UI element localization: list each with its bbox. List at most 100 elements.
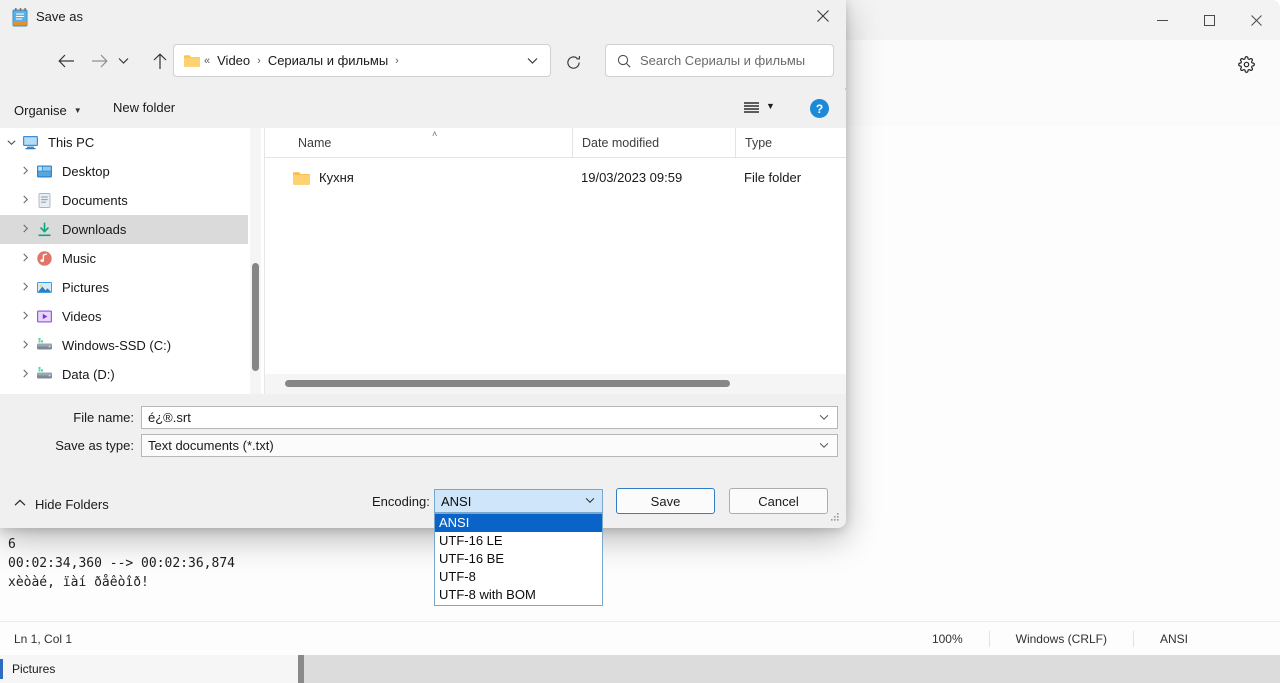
tree-item-label: Music [62, 251, 96, 266]
gear-icon[interactable] [1234, 52, 1258, 76]
recent-locations-chevron-down-icon[interactable] [112, 46, 134, 76]
tree-item-label: Data (D:) [62, 367, 115, 382]
address-chevron-down-icon[interactable] [520, 52, 544, 70]
close-icon[interactable] [1233, 0, 1280, 40]
file-name-input[interactable]: é¿®.srt [141, 406, 838, 429]
chevron-right-icon[interactable] [14, 369, 36, 380]
chevron-down-icon[interactable] [0, 138, 22, 148]
save-button[interactable]: Save [616, 488, 715, 514]
save-as-type-select[interactable]: Text documents (*.txt) [141, 434, 838, 457]
chevron-right-icon[interactable] [14, 195, 36, 206]
breadcrumb-separator: › [257, 54, 261, 67]
status-encoding[interactable]: ANSI [1132, 631, 1280, 647]
folder-icon [293, 171, 310, 185]
chevron-right-icon[interactable] [14, 311, 36, 322]
search-input[interactable]: Search Сериалы и фильмы [605, 44, 834, 77]
view-chevron-down-icon[interactable]: ▼ [766, 101, 775, 111]
forward-arrow-icon[interactable] [84, 46, 114, 76]
resize-grip[interactable] [830, 511, 840, 521]
encoding-option-utf-16-le[interactable]: UTF-16 LE [435, 532, 602, 550]
tree-item-data-d[interactable]: Data (D:) [0, 360, 248, 389]
notepad-icon [12, 8, 29, 27]
tree-item-pictures[interactable]: Pictures [0, 273, 248, 302]
tree-item-label: Downloads [62, 222, 127, 237]
organise-label: Organise [14, 102, 67, 118]
chevron-right-icon[interactable] [14, 224, 36, 235]
taskbar-accent-bar [0, 659, 3, 679]
address-bar[interactable]: « Video › Сериалы и фильмы › [173, 44, 551, 77]
tree-item-videos[interactable]: Videos [0, 302, 248, 331]
chevron-right-icon[interactable] [14, 253, 36, 264]
breadcrumb-item-serialy[interactable]: Сериалы и фильмы [265, 53, 391, 68]
tree-scrollbar-thumb[interactable] [252, 263, 259, 371]
encoding-option-utf-8-with-bom[interactable]: UTF-8 with BOM [435, 586, 602, 604]
tree-item-windows-ssd-c[interactable]: Windows-SSD (C:) [0, 331, 248, 360]
navigation-tree: This PC Desktop Documents Downloads Music Pic… [0, 128, 248, 394]
chevron-down-icon[interactable] [819, 441, 829, 451]
search-icon [617, 54, 631, 68]
minimize-icon[interactable] [1139, 0, 1186, 40]
tree-item-label: Desktop [62, 164, 110, 179]
file-type-cell: File folder [744, 170, 802, 185]
screen: 6 00:02:34,360 --> 00:02:36,874 xèòàé, ï… [0, 0, 1280, 683]
tree-item-label: Documents [62, 193, 128, 208]
tree-item-label: Pictures [62, 280, 109, 295]
documents-icon [36, 192, 53, 209]
encoding-dropdown-list[interactable]: ANSI UTF-16 LE UTF-16 BE UTF-8 UTF-8 with BO… [434, 513, 603, 606]
taskbar-item-label: Pictures [12, 662, 56, 676]
organise-button[interactable]: Organise ▼ [14, 100, 82, 120]
list-view-icon[interactable] [740, 98, 762, 118]
tree-item-label: This PC [48, 135, 95, 150]
chevron-right-icon[interactable] [14, 166, 36, 177]
tree-item-label: Windows-SSD (C:) [62, 338, 172, 353]
tree-item-downloads[interactable]: Downloads [0, 215, 248, 244]
notepad-text-content: 6 00:02:34,360 --> 00:02:36,874 xèòàé, ï… [8, 537, 235, 590]
notepad-window-controls [1139, 0, 1280, 40]
cancel-button[interactable]: Cancel [729, 488, 828, 514]
taskbar-item-pictures[interactable]: Pictures [0, 655, 298, 683]
file-name-cell: Кухня [319, 170, 354, 185]
hide-folders-button[interactable]: Hide Folders [14, 494, 109, 514]
taskbar-divider [298, 655, 304, 683]
breadcrumb-item-video[interactable]: Video [214, 53, 253, 68]
new-folder-button[interactable]: New folder [113, 100, 175, 115]
chevron-down-icon[interactable] [585, 496, 595, 506]
downloads-icon [36, 221, 53, 238]
status-line-ending[interactable]: Windows (CRLF) [988, 631, 1133, 647]
status-zoom[interactable]: 100% [906, 631, 989, 647]
save-as-type-label: Save as type: [55, 438, 134, 453]
encoding-select[interactable]: ANSI [434, 489, 603, 513]
file-list-horizontal-scrollbar-thumb[interactable] [285, 380, 730, 387]
chevron-right-icon[interactable] [14, 340, 36, 351]
search-placeholder: Search Сериалы и фильмы [640, 53, 806, 68]
tree-item-label: Videos [62, 309, 102, 324]
desktop-icon [36, 163, 53, 180]
tree-item-desktop[interactable]: Desktop [0, 157, 248, 186]
help-button[interactable]: ? [810, 99, 829, 118]
breadcrumb-separator-end: › [395, 54, 399, 67]
column-header-type[interactable]: Type [735, 128, 855, 157]
drive-icon [36, 366, 53, 383]
encoding-option-utf-16-be[interactable]: UTF-16 BE [435, 550, 602, 568]
encoding-option-utf-8[interactable]: UTF-8 [435, 568, 602, 586]
status-right-group: 100% Windows (CRLF) ANSI [906, 622, 1280, 656]
folder-icon [184, 54, 200, 67]
column-header-date-modified[interactable]: Date modified [572, 128, 742, 157]
column-header-name[interactable]: Name [298, 128, 548, 157]
close-icon[interactable] [800, 0, 846, 32]
tree-item-this-pc[interactable]: This PC [0, 128, 248, 157]
chevron-down-icon[interactable] [819, 413, 829, 423]
back-arrow-icon[interactable] [51, 46, 81, 76]
maximize-icon[interactable] [1186, 0, 1233, 40]
save-as-dialog: Save as « Video › Сериалы и фильмы › Sea… [0, 0, 846, 606]
tree-item-music[interactable]: Music [0, 244, 248, 273]
tree-item-documents[interactable]: Documents [0, 186, 248, 215]
refresh-icon[interactable] [561, 50, 585, 74]
chevron-right-icon[interactable] [14, 282, 36, 293]
dialog-title: Save as [36, 9, 83, 24]
hide-folders-label: Hide Folders [35, 496, 109, 512]
file-name-label: File name: [73, 410, 134, 425]
up-arrow-icon[interactable] [145, 46, 175, 76]
table-row[interactable]: Кухня 19/03/2023 09:59 File folder [265, 166, 846, 192]
encoding-option-ansi[interactable]: ANSI [435, 514, 602, 532]
